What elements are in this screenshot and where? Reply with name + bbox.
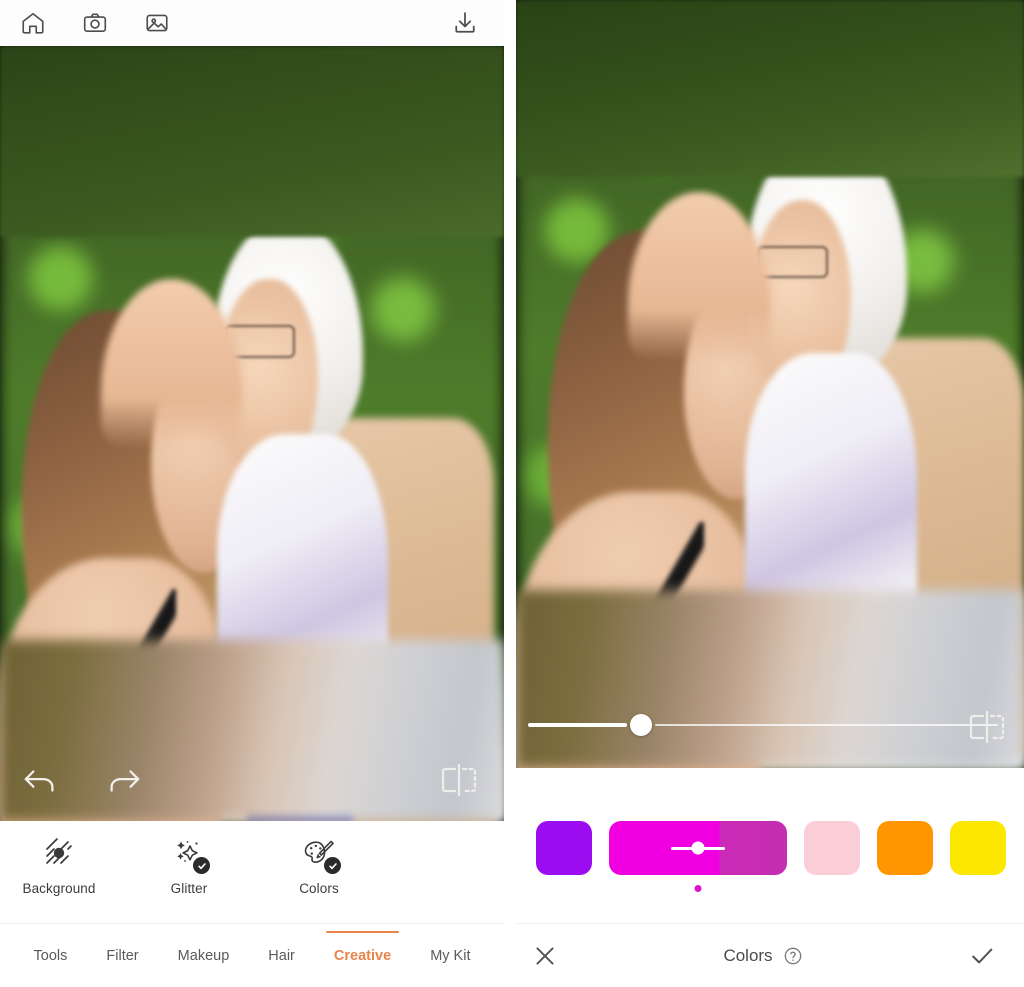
creative-tools-row: Background Glitter Colors [0,828,504,920]
tool-label: Colors [299,881,339,896]
slider-remaining-track [654,724,998,726]
bottom-blur-band [516,589,1024,768]
download-icon[interactable] [448,6,482,40]
screen-divider [504,0,516,987]
top-blur-band [0,46,504,237]
cancel-button[interactable] [532,943,558,969]
slider-filled-track [528,723,627,727]
tab-my-kit[interactable]: My Kit [428,932,472,980]
camera-icon[interactable] [78,6,112,40]
gallery-icon[interactable] [140,6,174,40]
tool-glitter[interactable]: Glitter [144,828,234,896]
bottom-tab-bar: Tools Filter Makeup Hair Creative My Kit [0,923,504,987]
background-texture-icon [42,836,76,872]
confirm-button[interactable] [968,942,996,970]
applied-check-badge [193,857,210,874]
compare-icon[interactable] [436,761,482,799]
tab-tools[interactable]: Tools [32,932,70,980]
compare-icon[interactable] [964,708,1010,746]
colors-action-bar: Colors [504,923,1024,987]
intensity-slider[interactable] [528,710,998,740]
redo-icon[interactable] [104,765,142,797]
tab-creative[interactable]: Creative [325,930,400,980]
color-palette-icon [301,836,341,874]
tool-label: Background [22,881,96,896]
swatch-yellow[interactable] [950,821,1006,875]
tab-filter[interactable]: Filter [104,932,140,980]
swatch-shade-slider[interactable] [671,841,725,855]
swatch-magenta-selected[interactable] [609,821,787,892]
swatch-purple[interactable] [536,821,592,875]
eyeglasses [757,245,829,278]
tab-makeup[interactable]: Makeup [176,932,232,980]
question-mark-icon[interactable] [783,946,803,966]
color-swatch-row [516,812,1024,892]
swatch-pink[interactable] [804,821,860,875]
home-icon[interactable] [16,6,50,40]
selected-indicator-dot [694,885,702,892]
tab-hair[interactable]: Hair [266,932,297,980]
undo-redo-group [22,765,142,797]
top-toolbar [0,0,504,46]
swatch-shade-handle[interactable] [691,841,705,855]
top-toolbar-left-group [16,6,174,40]
right-photo-canvas[interactable] [516,0,1024,768]
left-photo-canvas[interactable] [0,46,504,821]
right-screen: Colors [504,0,1024,987]
slider-handle[interactable] [629,714,652,736]
panel-title-group: Colors [723,946,802,966]
swatch-orange[interactable] [877,821,933,875]
tool-label: Glitter [170,881,208,896]
tool-background[interactable]: Background [14,828,104,896]
top-blur-band [516,0,1024,177]
glitter-sparkle-icon [172,836,210,874]
left-screen: Background Glitter Colors Tools Filter M… [0,0,504,987]
panel-title: Colors [723,945,773,965]
dual-screenshot-container: Background Glitter Colors Tools Filter M… [0,0,1024,987]
applied-check-badge [324,857,341,874]
tool-colors[interactable]: Colors [274,828,364,896]
undo-icon[interactable] [22,765,60,797]
